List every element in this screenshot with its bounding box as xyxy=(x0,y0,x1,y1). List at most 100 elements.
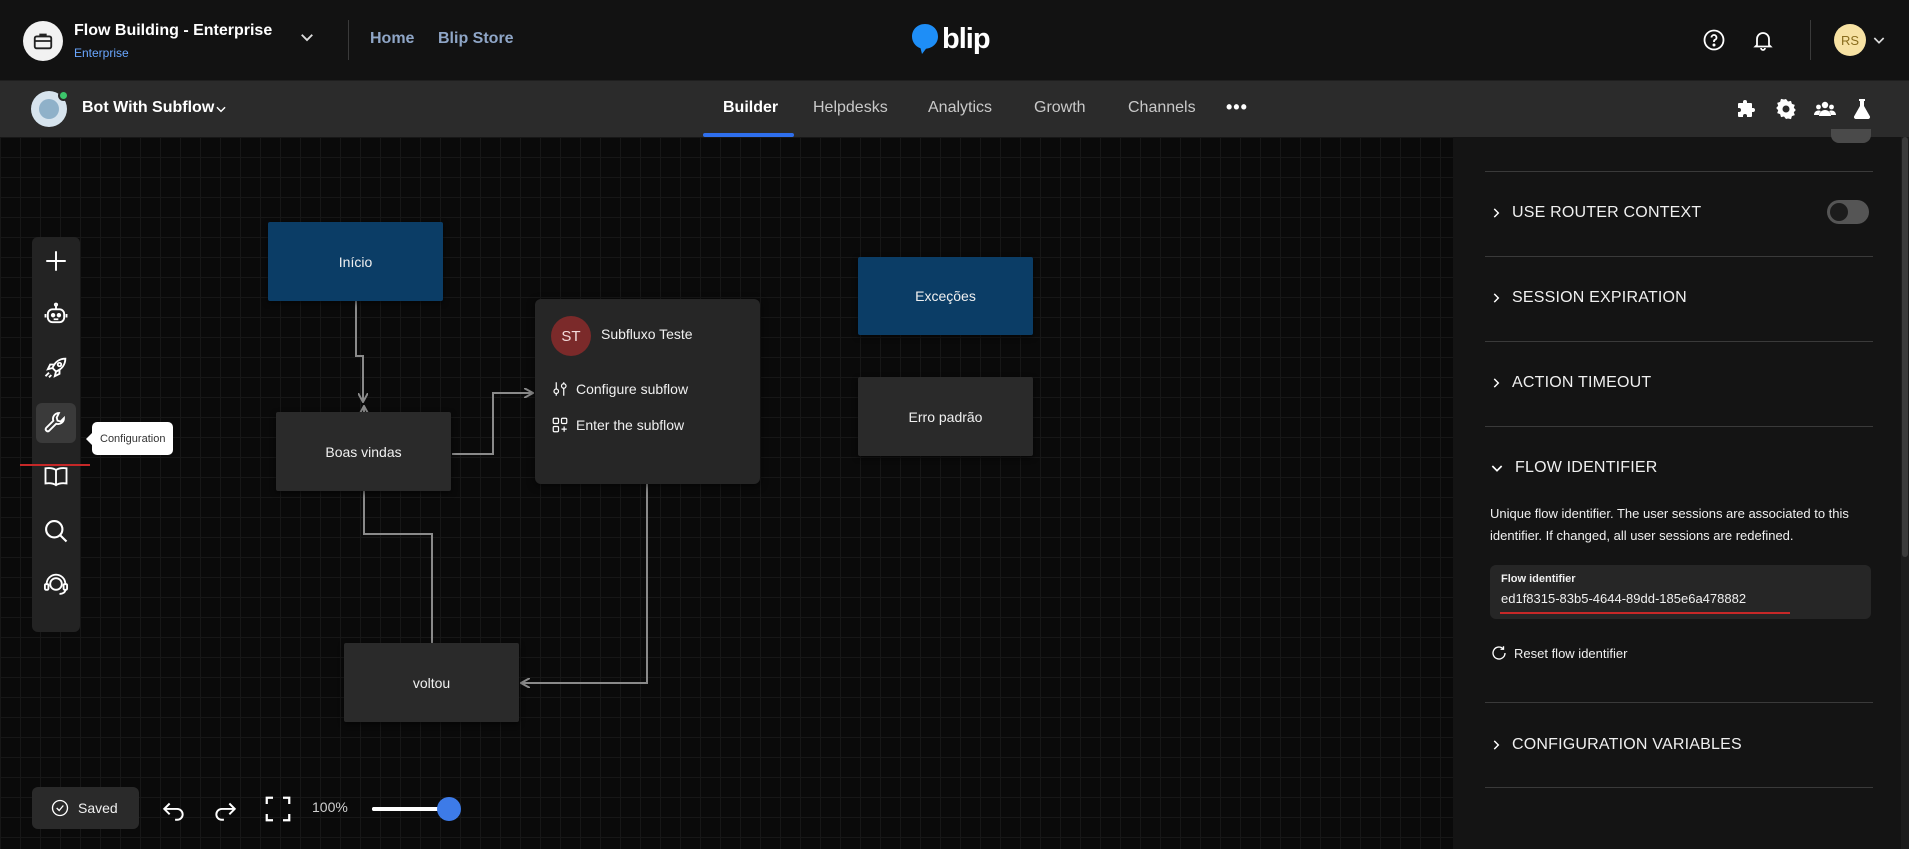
partial-toggle[interactable] xyxy=(1831,129,1871,143)
block-voltou[interactable]: voltou xyxy=(344,643,519,722)
reset-flow-identifier-label: Reset flow identifier xyxy=(1514,645,1628,661)
section-divider xyxy=(1485,787,1873,788)
support-button[interactable] xyxy=(36,564,76,604)
flask-icon[interactable] xyxy=(1850,97,1874,121)
search-button[interactable] xyxy=(36,511,76,551)
section-session-expiration[interactable]: SESSION EXPIRATION xyxy=(1489,289,1687,307)
chevron-right-icon xyxy=(1493,378,1500,388)
blip-logo-icon xyxy=(912,24,938,54)
user-avatar[interactable]: RS xyxy=(1834,24,1866,56)
bot-name[interactable]: Bot With Subflow xyxy=(82,99,214,117)
refresh-icon xyxy=(1492,646,1506,660)
section-divider xyxy=(1485,171,1873,172)
router-context-toggle[interactable] xyxy=(1827,200,1869,224)
zoom-slider-thumb[interactable] xyxy=(436,797,461,821)
top-bar: Flow Building - Enterprise Enterprise Ho… xyxy=(0,0,1909,81)
section-router-context[interactable]: USE ROUTER CONTEXT xyxy=(1489,204,1701,222)
tab-analytics[interactable]: Analytics xyxy=(928,99,992,117)
workspace-title[interactable]: Flow Building - Enterprise xyxy=(74,22,272,40)
zoom-slider-fill xyxy=(372,807,446,811)
undo-icon[interactable] xyxy=(161,797,187,823)
bell-icon[interactable] xyxy=(1751,28,1775,52)
redo-icon[interactable] xyxy=(212,797,238,823)
enter-subflow-label: Enter the subflow xyxy=(576,417,685,433)
flow-identifier-field[interactable]: Flow identifier ed1f8315-83b5-4644-89dd-… xyxy=(1490,565,1871,619)
publish-button[interactable] xyxy=(36,348,76,388)
fit-screen-icon[interactable] xyxy=(263,794,293,824)
chevron-down-icon xyxy=(1491,465,1503,472)
headset-icon xyxy=(43,573,69,595)
bot-button[interactable] xyxy=(36,294,76,334)
section-action-timeout[interactable]: ACTION TIMEOUT xyxy=(1489,374,1651,392)
tab-growth[interactable]: Growth xyxy=(1034,99,1086,117)
panel-scrollbar[interactable] xyxy=(1901,137,1909,849)
chevron-down-icon[interactable] xyxy=(298,28,316,46)
documentation-button[interactable] xyxy=(36,457,76,497)
add-block-button[interactable] xyxy=(36,241,76,281)
wrench-icon xyxy=(44,412,65,433)
blip-logo[interactable]: blip xyxy=(910,22,991,56)
section-configuration-variables-label: CONFIGURATION VARIABLES xyxy=(1512,736,1742,753)
briefcase-icon[interactable] xyxy=(23,21,63,61)
subflow-avatar: ST xyxy=(551,316,591,356)
enter-subflow-link[interactable]: Enter the subflow xyxy=(551,416,684,434)
chevron-down-icon[interactable] xyxy=(214,102,228,116)
section-router-context-label: USE ROUTER CONTEXT xyxy=(1512,204,1702,221)
book-icon xyxy=(44,467,68,487)
annotation-underline xyxy=(20,464,90,466)
tab-helpdesks[interactable]: Helpdesks xyxy=(813,99,888,117)
block-boas-vindas[interactable]: Boas vindas xyxy=(276,412,451,491)
tab-builder[interactable]: Builder xyxy=(723,99,778,117)
tab-channels[interactable]: Channels xyxy=(1128,99,1196,117)
flow-canvas[interactable]: Configuration Início Boas vindas Exceçõe… xyxy=(0,137,1453,849)
section-divider xyxy=(1485,256,1873,257)
bot-bar: Bot With Subflow Builder Helpdesks Analy… xyxy=(0,81,1909,137)
section-flow-identifier[interactable]: FLOW IDENTIFIER xyxy=(1489,459,1658,477)
home-link[interactable]: Home xyxy=(370,30,414,48)
edge-subflow-to-voltou xyxy=(522,484,648,683)
section-action-timeout-label: ACTION TIMEOUT xyxy=(1512,374,1652,391)
workspace-subtitle: Enterprise xyxy=(74,46,129,60)
toggle-knob xyxy=(1830,203,1848,221)
grid-plus-icon xyxy=(552,417,568,433)
divider xyxy=(1810,20,1811,60)
block-erro-padrao[interactable]: Erro padrão xyxy=(858,377,1033,456)
section-flow-identifier-label: FLOW IDENTIFIER xyxy=(1515,459,1658,476)
subflow-block[interactable]: ST Subfluxo Teste Configure subflow Ente… xyxy=(535,299,760,484)
rocket-icon xyxy=(44,357,67,378)
zoom-level: 100% xyxy=(312,799,348,815)
flow-identifier-value[interactable]: ed1f8315-83b5-4644-89dd-185e6a478882 xyxy=(1501,591,1746,606)
team-icon[interactable] xyxy=(1813,97,1837,121)
edge-boas-vindas-to-subflow xyxy=(452,393,532,455)
configuration-tooltip: Configuration xyxy=(85,422,174,455)
help-icon[interactable] xyxy=(1702,28,1726,52)
configuration-button[interactable] xyxy=(36,403,76,443)
subflow-title: Subfluxo Teste xyxy=(601,326,693,342)
configuration-panel: USE ROUTER CONTEXT SESSION EXPIRATION AC… xyxy=(1453,129,1909,849)
check-circle-icon xyxy=(51,799,69,817)
blip-store-link[interactable]: Blip Store xyxy=(438,30,514,48)
section-divider xyxy=(1485,702,1873,703)
block-inicio[interactable]: Início xyxy=(268,222,443,301)
gear-icon[interactable] xyxy=(1774,97,1798,121)
bot-avatar-image xyxy=(39,99,59,119)
divider xyxy=(348,20,349,60)
annotation-underline xyxy=(1500,612,1790,614)
puzzle-icon[interactable] xyxy=(1735,97,1759,121)
section-session-expiration-label: SESSION EXPIRATION xyxy=(1512,289,1687,306)
robot-icon xyxy=(44,302,68,324)
sliders-icon xyxy=(553,382,567,396)
chevron-down-icon[interactable] xyxy=(1871,32,1887,48)
plus-icon xyxy=(46,251,66,271)
configure-subflow-label: Configure subflow xyxy=(576,381,689,397)
section-divider xyxy=(1485,426,1873,427)
more-tabs-button[interactable]: ••• xyxy=(1226,97,1248,118)
scrollbar-thumb[interactable] xyxy=(1902,137,1908,557)
block-excecoes[interactable]: Exceções xyxy=(858,257,1033,335)
configure-subflow-link[interactable]: Configure subflow xyxy=(551,380,688,398)
reset-flow-identifier-button[interactable]: Reset flow identifier xyxy=(1490,644,1627,662)
saved-status-button[interactable]: Saved xyxy=(32,787,139,829)
flow-identifier-description: Unique flow identifier. The user session… xyxy=(1490,506,1849,543)
logo-text: blip xyxy=(942,22,991,55)
section-configuration-variables[interactable]: CONFIGURATION VARIABLES xyxy=(1489,736,1742,754)
